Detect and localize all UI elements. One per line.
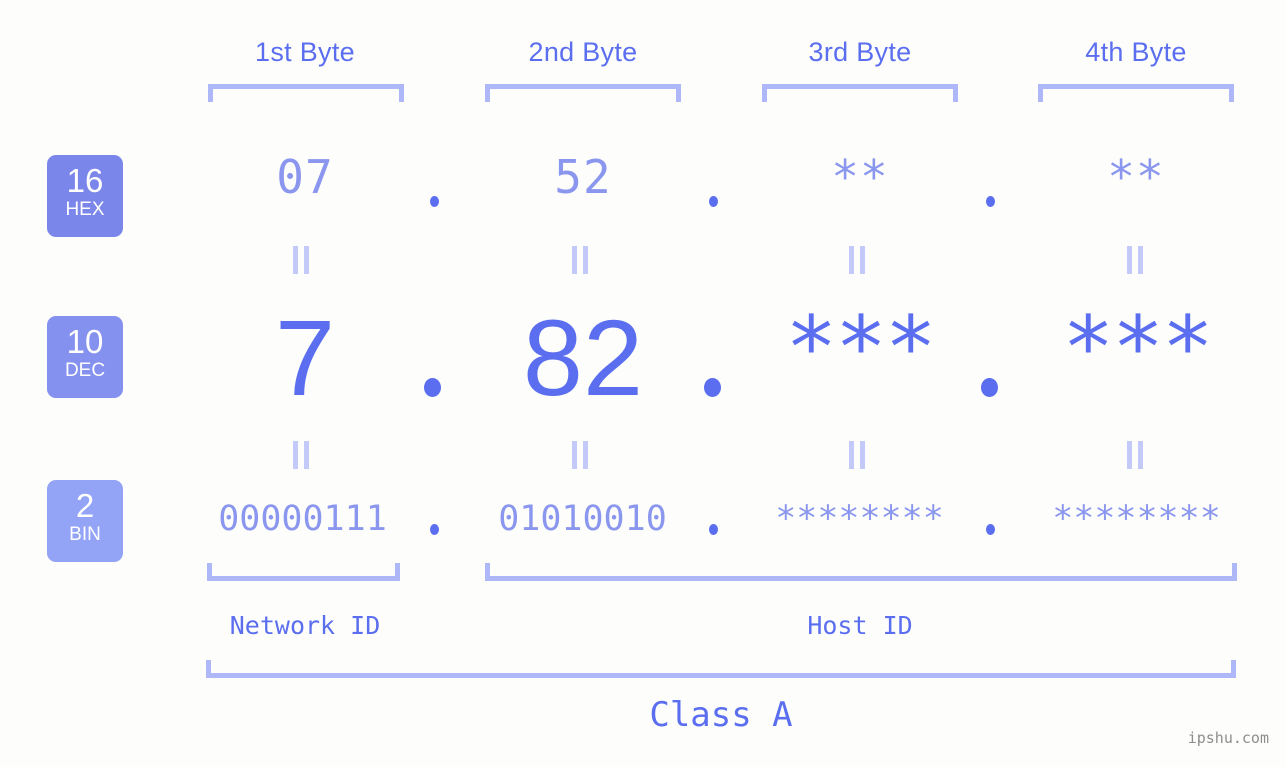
base-badge-bin-label: BIN (69, 524, 101, 545)
byte-bracket-1 (208, 84, 404, 102)
bin-byte-4-value: ******** (1052, 499, 1221, 539)
bin-byte-2-value: 01010010 (498, 499, 667, 539)
network-id-label: Network ID (229, 611, 381, 640)
bin-byte-1-value: 00000111 (218, 499, 387, 539)
byte-header-4: 4th Byte (1085, 37, 1187, 67)
bin-byte-3-value: ******** (775, 499, 944, 539)
bin-separator-dot-3 (986, 524, 995, 535)
equals-connector-dec-bin-1 (292, 441, 310, 469)
hex-byte-3-value: ** (831, 150, 889, 204)
byte-bracket-4 (1038, 84, 1234, 102)
byte-header-3: 3rd Byte (808, 37, 912, 67)
base-badge-bin: 2 BIN (47, 480, 123, 562)
site-watermark: ipshu.com (1187, 729, 1269, 747)
hex-separator-dot-2 (709, 196, 718, 207)
equals-connector-dec-bin-2 (571, 441, 589, 469)
byte-bracket-3 (762, 84, 958, 102)
equals-connector-dec-bin-4 (1126, 441, 1144, 469)
network-id-bracket (207, 563, 400, 581)
byte-header-2: 2nd Byte (528, 37, 638, 67)
equals-connector-dec-bin-3 (848, 441, 866, 469)
dec-byte-1-value: 7 (274, 297, 336, 418)
dec-separator-dot-3 (981, 378, 998, 397)
host-id-bracket (485, 563, 1237, 581)
bin-separator-dot-1 (430, 524, 439, 535)
dec-separator-dot-2 (704, 378, 721, 397)
dec-byte-3-value: *** (785, 298, 936, 398)
bin-separator-dot-2 (709, 524, 718, 535)
hex-byte-2-value: 52 (554, 150, 612, 204)
base-badge-hex-label: HEX (65, 199, 105, 220)
hex-separator-dot-3 (986, 196, 995, 207)
dec-byte-2-value: 82 (522, 297, 644, 418)
base-badge-bin-number: 2 (75, 487, 95, 524)
base-badge-dec-label: DEC (64, 360, 106, 381)
hex-byte-1-value: 07 (276, 150, 334, 204)
class-bracket (206, 660, 1236, 678)
hex-separator-dot-1 (430, 196, 439, 207)
byte-bracket-2 (485, 84, 681, 102)
equals-connector-hex-dec-4 (1126, 246, 1144, 274)
base-badge-dec-number: 10 (66, 323, 104, 360)
base-badge-hex: 16 HEX (47, 155, 123, 237)
base-badge-dec: 10 DEC (47, 316, 123, 398)
equals-connector-hex-dec-3 (848, 246, 866, 274)
base-badge-hex-number: 16 (66, 162, 104, 199)
byte-header-1: 1st Byte (255, 37, 355, 67)
equals-connector-hex-dec-2 (571, 246, 589, 274)
dec-separator-dot-1 (424, 378, 441, 397)
dec-byte-4-value: *** (1062, 298, 1213, 398)
equals-connector-hex-dec-1 (292, 246, 310, 274)
class-label: Class A (649, 695, 793, 735)
hex-byte-4-value: ** (1107, 150, 1165, 204)
host-id-label: Host ID (807, 611, 913, 640)
